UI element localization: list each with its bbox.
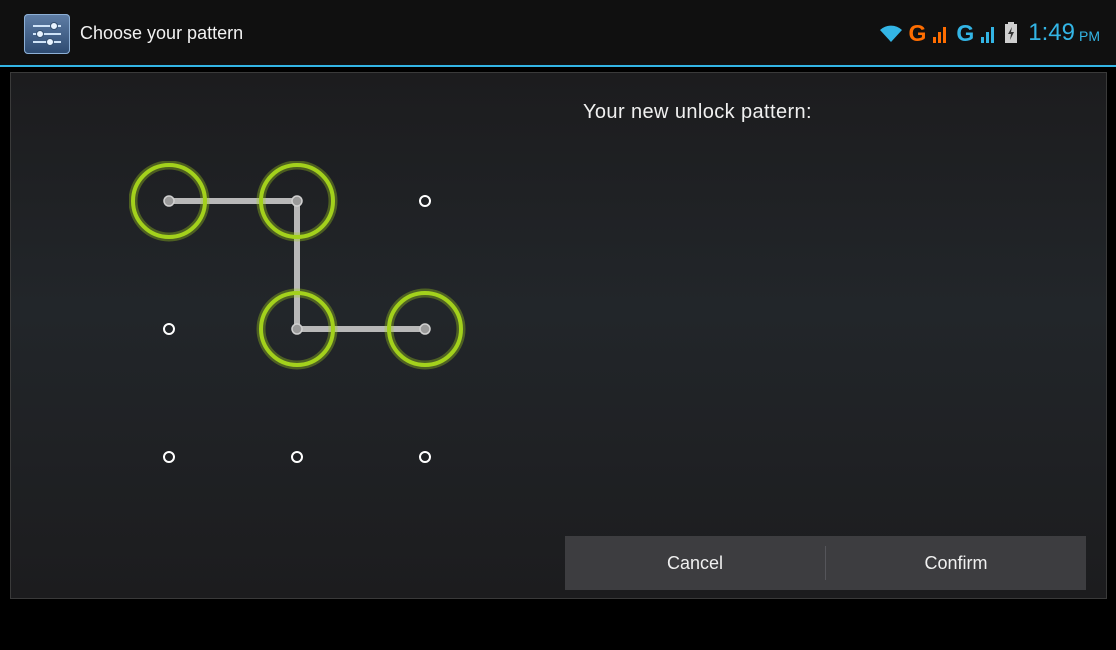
pattern-dot-9[interactable] bbox=[419, 451, 431, 463]
network-type-1: G bbox=[908, 19, 927, 46]
clock-time: 1:49 bbox=[1028, 19, 1075, 46]
button-bar: Cancel Confirm bbox=[565, 536, 1086, 590]
confirm-button[interactable]: Confirm bbox=[826, 536, 1086, 590]
pattern-content: Your new unlock pattern: Cancel Confirm bbox=[10, 72, 1107, 599]
signal-icon bbox=[933, 27, 947, 43]
page-title: Choose your pattern bbox=[80, 23, 244, 43]
network-type-2: G bbox=[956, 19, 975, 46]
lock-pattern-grid[interactable] bbox=[129, 161, 469, 501]
cancel-button[interactable]: Cancel bbox=[565, 536, 825, 590]
pattern-dot-7[interactable] bbox=[163, 451, 175, 463]
wifi-icon bbox=[879, 25, 902, 42]
settings-sliders-icon[interactable] bbox=[24, 14, 70, 54]
battery-charging-icon bbox=[1005, 22, 1018, 43]
clock-ampm: PM bbox=[1079, 28, 1100, 44]
status-bar: G G 1:49 PM bbox=[879, 16, 1100, 50]
navigation-bar bbox=[0, 603, 1116, 650]
action-bar: Choose your pattern G G 1:49 PM bbox=[0, 0, 1116, 67]
signal-icon-2 bbox=[981, 27, 995, 43]
pattern-dot-4[interactable] bbox=[163, 323, 175, 335]
pattern-dot-3[interactable] bbox=[419, 195, 431, 207]
pattern-header: Your new unlock pattern: bbox=[583, 101, 813, 123]
pattern-dot-8[interactable] bbox=[291, 451, 303, 463]
